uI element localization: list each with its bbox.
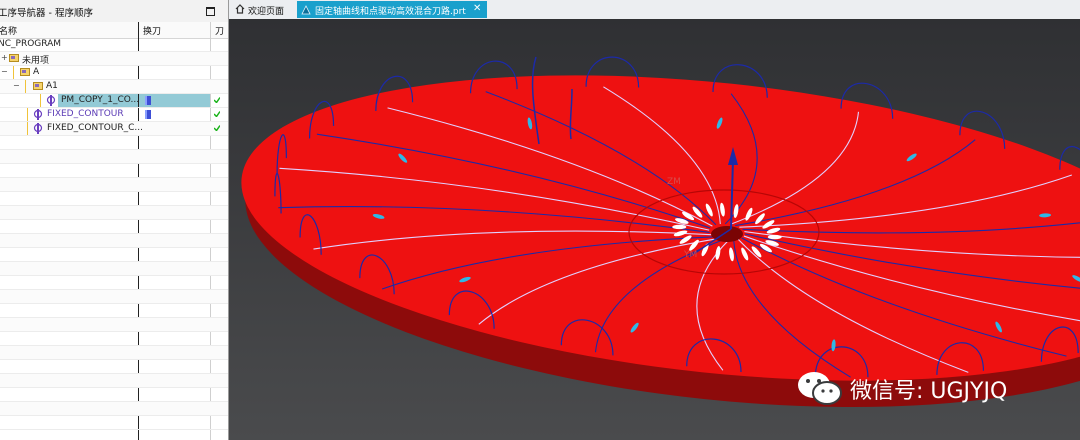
empty-row: [0, 388, 228, 402]
navigator-title-bar: 工序导航器 - 程序顺序: [0, 0, 228, 23]
tool-icon: [145, 110, 151, 119]
tree-line: [40, 94, 41, 107]
graphics-viewport[interactable]: ZM YM 微信号: UGJYJQ: [229, 19, 1080, 440]
tree-label: PM_COPY_1_CO...: [61, 95, 140, 105]
tab-label: 欢迎页面: [248, 7, 285, 17]
empty-row: [0, 290, 228, 304]
part-file-icon: [301, 5, 311, 15]
empty-row: [0, 416, 228, 430]
empty-row: [0, 374, 228, 388]
column-header: 名称 换刀 刀: [0, 22, 228, 39]
empty-row: [0, 304, 228, 318]
folder-icon: [9, 54, 19, 62]
wechat-watermark: 微信号: UGJYJQ: [796, 367, 1066, 409]
empty-row: [0, 136, 228, 150]
tree-row-fixed-contour-c[interactable]: FIXED_CONTOUR_C...: [0, 122, 228, 136]
column-path[interactable]: 刀: [215, 24, 224, 37]
empty-row: [0, 220, 228, 234]
operation-icon: [33, 109, 43, 120]
watermark-text: 微信号: UGJYJQ: [850, 379, 1008, 404]
navigator-title: 工序导航器 - 程序顺序: [0, 8, 93, 19]
empty-row: [0, 346, 228, 360]
operation-icon: [33, 123, 43, 134]
tree-label: NC_PROGRAM: [0, 39, 62, 49]
operation-icon: [46, 95, 56, 106]
empty-row: [0, 192, 228, 206]
collapse-toggle-icon[interactable]: −: [13, 82, 20, 90]
tree-label: A1: [46, 81, 58, 91]
tool-arrow: [767, 234, 782, 240]
tree-label: 未用项: [22, 56, 50, 66]
collapse-toggle-icon[interactable]: −: [1, 68, 8, 76]
operation-navigator: 工序导航器 - 程序顺序 名称 换刀 刀 NC_PROGRAM + 未用项 − …: [0, 0, 229, 440]
tool-icon: [145, 96, 151, 105]
folder-icon: [33, 82, 43, 90]
tool-arrow: [672, 224, 687, 230]
tree-line: [25, 80, 26, 93]
tree-row-pm-copy[interactable]: PM_COPY_1_CO...: [0, 94, 228, 108]
tree-label: FIXED_CONTOUR: [47, 109, 124, 119]
tree-label: A: [33, 67, 40, 77]
tree-line: [13, 66, 14, 79]
disc-top: [241, 75, 1080, 381]
folder-icon: [20, 68, 30, 76]
column-name[interactable]: 名称: [0, 24, 17, 37]
empty-row: [0, 318, 228, 332]
axis-label-zm: ZM: [667, 177, 681, 187]
tab-welcome[interactable]: 欢迎页面: [231, 1, 295, 18]
empty-row: [0, 262, 228, 276]
tree-row-a[interactable]: − A: [0, 66, 228, 80]
check-icon: [214, 97, 220, 103]
tab-part-file[interactable]: 固定轴曲线和点驱动高效混合刀路.prt ✕: [297, 1, 487, 18]
tree-row-fixed-contour[interactable]: FIXED_CONTOUR: [0, 108, 228, 122]
tree-row-a1[interactable]: − A1: [0, 80, 228, 94]
check-icon: [214, 125, 220, 131]
column-tool-change[interactable]: 换刀: [143, 24, 161, 37]
empty-row: [0, 178, 228, 192]
empty-row: [0, 150, 228, 164]
tree-line: [27, 108, 28, 121]
maximize-icon[interactable]: [206, 7, 215, 16]
wechat-logo-icon: [798, 372, 842, 405]
empty-row: [0, 332, 228, 346]
tree-row-nc-program[interactable]: NC_PROGRAM: [0, 38, 228, 52]
close-icon[interactable]: ✕: [473, 3, 481, 14]
check-icon: [214, 111, 220, 117]
expand-toggle-icon[interactable]: +: [1, 54, 8, 62]
document-tab-bar: 欢迎页面 固定轴曲线和点驱动高效混合刀路.prt ✕: [229, 0, 1080, 20]
axis-label-ym: YM: [683, 250, 697, 260]
empty-row: [0, 234, 228, 248]
tree-label: FIXED_CONTOUR_C...: [47, 123, 144, 133]
empty-row: [0, 360, 228, 374]
tab-label: 固定轴曲线和点驱动高效混合刀路.prt: [315, 7, 466, 17]
home-icon: [235, 4, 245, 14]
empty-row: [0, 164, 228, 178]
empty-row: [0, 248, 228, 262]
tree-row-unused[interactable]: + 未用项: [0, 52, 228, 66]
empty-row: [0, 276, 228, 290]
tree-line: [27, 122, 28, 135]
empty-row: [0, 206, 228, 220]
empty-row: [0, 402, 228, 416]
